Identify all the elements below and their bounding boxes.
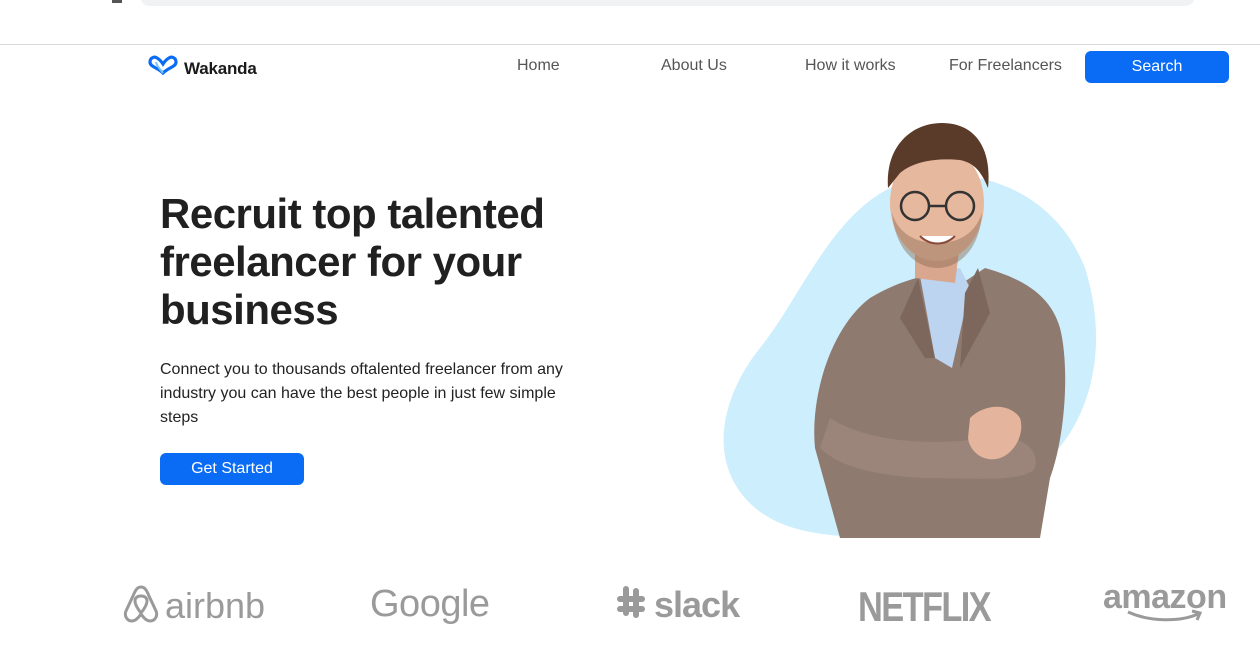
nav-home[interactable]: Home — [517, 57, 560, 75]
logo-icon — [148, 55, 178, 82]
nav-how-it-works[interactable]: How it works — [805, 57, 896, 75]
browser-toolbar — [0, 0, 1260, 45]
partner-name: slack — [654, 583, 740, 625]
hero-illustration — [720, 118, 1100, 540]
brand-name: Wakanda — [184, 58, 257, 78]
partner-name: airbnb — [165, 584, 266, 626]
search-button[interactable]: Search — [1085, 51, 1229, 83]
amazon-smile-icon — [1120, 609, 1210, 628]
site-logo[interactable]: Wakanda — [148, 55, 257, 82]
partner-name: Google — [370, 583, 490, 625]
address-bar[interactable] — [140, 0, 1195, 6]
hero-subtitle: Connect you to thousands oftalented free… — [160, 361, 563, 426]
get-started-button[interactable]: Get Started — [160, 453, 304, 485]
partner-logo-google: Google — [370, 583, 490, 626]
nav-for-freelancers[interactable]: For Freelancers — [949, 57, 1062, 75]
partner-name: NETFLIX — [858, 583, 992, 630]
slack-icon — [614, 583, 648, 626]
airbnb-icon — [123, 583, 159, 628]
menu-icon[interactable] — [112, 0, 122, 3]
partner-logo-amazon: amazon — [1103, 578, 1227, 628]
hero-title: Recruit top talented freelancer for your… — [160, 190, 545, 333]
partner-logo-airbnb: airbnb — [123, 583, 265, 628]
nav-about-us[interactable]: About Us — [661, 57, 727, 75]
partner-logo-netflix: NETFLIX — [858, 583, 1019, 631]
partner-logo-slack: slack — [614, 583, 740, 626]
